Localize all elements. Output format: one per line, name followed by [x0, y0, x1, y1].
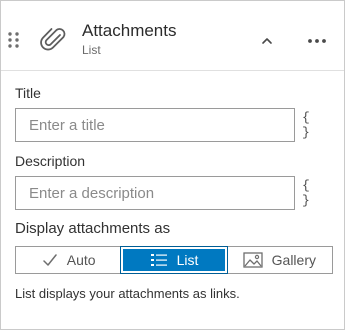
display-option-gallery[interactable]: Gallery [227, 247, 332, 273]
checkmark-icon [43, 254, 57, 266]
display-option-label: Gallery [271, 252, 316, 268]
panel-subtitle: List [82, 43, 101, 57]
panel-header: Attachments List [1, 1, 344, 71]
drag-handle-icon[interactable] [6, 31, 22, 51]
title-input[interactable] [15, 108, 295, 142]
display-label: Display attachments as [15, 220, 171, 237]
description-expression-button[interactable]: { } [302, 176, 328, 210]
list-icon [150, 254, 167, 266]
display-option-list[interactable]: List [120, 246, 228, 274]
collapse-button[interactable] [255, 29, 279, 53]
display-option-label: Auto [66, 252, 96, 268]
display-option-label: List [176, 252, 199, 268]
display-hint-text: List displays your attachments as links. [15, 286, 240, 301]
description-input[interactable] [15, 176, 295, 210]
paperclip-icon [39, 25, 67, 55]
display-mode-segmented-control: Auto List Gallery [15, 246, 333, 274]
title-expression-button[interactable]: { } [302, 108, 328, 142]
display-option-auto[interactable]: Auto [16, 247, 121, 273]
panel-title: Attachments [82, 21, 177, 40]
title-label: Title [15, 85, 41, 101]
chevron-up-icon [262, 38, 272, 44]
more-options-button[interactable] [303, 29, 331, 53]
description-label: Description [15, 153, 86, 169]
attachments-panel: Attachments List Title { } Description {… [0, 0, 345, 330]
more-horizontal-icon [308, 39, 326, 43]
image-icon [242, 252, 263, 268]
